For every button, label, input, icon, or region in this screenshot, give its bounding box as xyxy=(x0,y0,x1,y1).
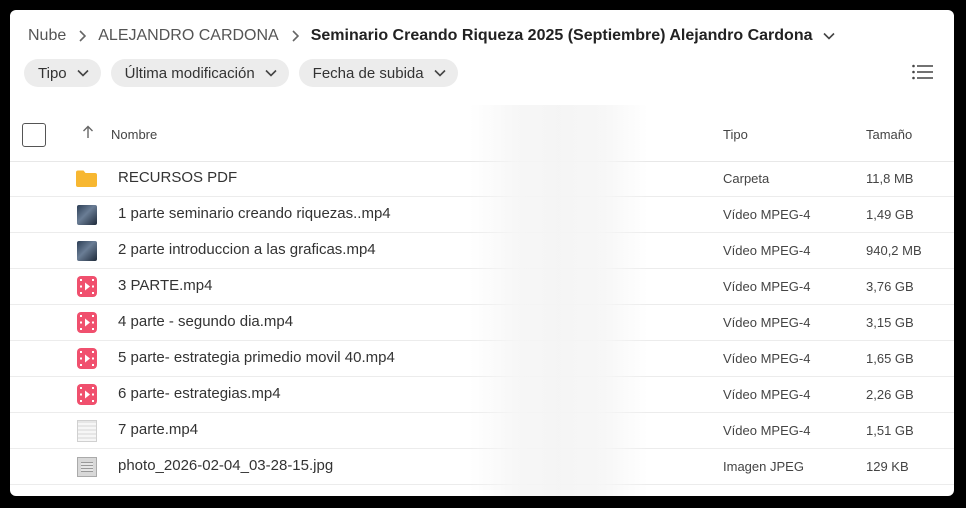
column-header-size[interactable]: Tamaño xyxy=(866,127,912,142)
chevron-down-icon xyxy=(434,69,446,77)
breadcrumb-current[interactable]: Seminario Creando Riqueza 2025 (Septiemb… xyxy=(311,27,813,45)
column-header-type[interactable]: Tipo xyxy=(723,127,748,142)
file-type: Vídeo MPEG-4 xyxy=(723,243,811,258)
file-name: 4 parte - segundo dia.mp4 xyxy=(118,313,294,330)
video-file-icon xyxy=(76,348,97,369)
breadcrumb: Nube ALEJANDRO CARDONA Seminario Creando… xyxy=(28,18,835,54)
file-type: Vídeo MPEG-4 xyxy=(723,387,811,402)
breadcrumb-item-alejandro[interactable]: ALEJANDRO CARDONA xyxy=(98,27,278,45)
file-size: 940,2 MB xyxy=(866,243,922,258)
file-type: Vídeo MPEG-4 xyxy=(723,279,811,294)
file-size: 129 KB xyxy=(866,459,909,474)
file-size: 3,15 GB xyxy=(866,315,914,330)
file-name: 3 PARTE.mp4 xyxy=(118,277,213,294)
filter-type[interactable]: Tipo xyxy=(24,59,101,87)
video-thumbnail-icon xyxy=(76,419,97,442)
file-size: 11,8 MB xyxy=(866,171,914,186)
file-type: Vídeo MPEG-4 xyxy=(723,351,811,366)
file-name: photo_2026-02-04_03-28-15.jpg xyxy=(118,457,334,474)
file-type: Vídeo MPEG-4 xyxy=(723,315,811,330)
file-size: 2,26 GB xyxy=(866,387,914,402)
video-file-icon xyxy=(76,312,97,333)
chevron-down-icon[interactable] xyxy=(822,32,835,40)
column-header-name[interactable]: Nombre xyxy=(111,127,157,142)
folder-icon xyxy=(76,168,97,189)
file-type: Carpeta xyxy=(723,171,770,186)
file-type: Imagen JPEG xyxy=(723,459,804,474)
chevron-right-icon xyxy=(291,30,299,42)
chevron-down-icon xyxy=(265,69,277,77)
redacted-column xyxy=(470,105,648,496)
video-thumbnail-icon xyxy=(76,204,97,225)
arrow-up-icon[interactable] xyxy=(82,125,94,144)
file-size: 1,65 GB xyxy=(866,351,914,366)
list-view-icon[interactable] xyxy=(912,64,934,85)
chevron-down-icon xyxy=(77,69,89,77)
file-size: 1,51 GB xyxy=(866,423,914,438)
filter-last-modified[interactable]: Última modificación xyxy=(110,59,289,87)
file-size: 3,76 GB xyxy=(866,279,914,294)
file-type: Vídeo MPEG-4 xyxy=(723,207,811,222)
file-name: 1 parte seminario creando riquezas..mp4 xyxy=(118,205,391,222)
breadcrumb-item-nube[interactable]: Nube xyxy=(28,27,66,45)
file-name: 5 parte- estrategia primedio movil 40.mp… xyxy=(118,349,395,366)
filter-label: Fecha de subida xyxy=(312,64,424,82)
video-thumbnail-icon xyxy=(76,240,97,261)
file-name: 2 parte introduccion a las graficas.mp4 xyxy=(118,241,376,258)
file-size: 1,49 GB xyxy=(866,207,914,222)
image-thumbnail-icon xyxy=(76,456,97,477)
file-type: Vídeo MPEG-4 xyxy=(723,423,811,438)
filter-label: Tipo xyxy=(38,64,67,82)
filter-label: Última modificación xyxy=(124,64,255,82)
filter-bar: Tipo Última modificación Fecha de subida xyxy=(24,59,458,87)
file-name: 6 parte- estrategias.mp4 xyxy=(118,385,281,402)
chevron-right-icon xyxy=(78,30,87,42)
video-file-icon xyxy=(76,276,97,297)
video-file-icon xyxy=(76,384,97,405)
file-name: 7 parte.mp4 xyxy=(118,421,199,438)
file-browser: Nube ALEJANDRO CARDONA Seminario Creando… xyxy=(10,10,954,496)
filter-upload-date[interactable]: Fecha de subida xyxy=(298,59,458,87)
select-all-checkbox[interactable] xyxy=(22,123,46,147)
file-name: RECURSOS PDF xyxy=(118,169,238,186)
